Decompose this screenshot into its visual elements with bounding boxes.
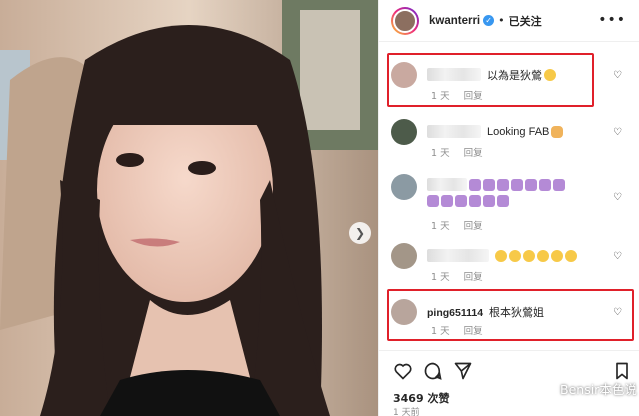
shield-emoji-icon <box>553 178 565 191</box>
comment-text: Looking FAB <box>487 125 550 138</box>
follow-status-button[interactable]: 已关注 <box>509 13 542 29</box>
reply-button[interactable]: 回复 <box>464 326 483 337</box>
commenter-avatar[interactable] <box>391 62 417 88</box>
bookmark-icon[interactable] <box>612 361 632 381</box>
comment-body: 以為是狄鶯 <box>427 64 556 82</box>
comment-text: 以為是狄鶯 <box>487 69 542 82</box>
comment-item: 1 天 回复 ♡ <box>379 174 639 232</box>
commenter-avatar[interactable] <box>391 243 417 269</box>
shield-emoji-icon <box>539 178 551 191</box>
commenter-username[interactable]: ping651114 <box>427 307 483 319</box>
comment-body: ping651114 根本狄鶯姐 <box>427 301 544 320</box>
wechat-icon <box>534 382 556 395</box>
shield-emoji-icon <box>497 178 509 191</box>
comment-time: 1 天 <box>431 326 450 337</box>
shield-emoji-icon <box>469 178 481 191</box>
comment-meta: 1 天 回复 <box>431 269 497 283</box>
shield-emoji-icon <box>525 178 537 191</box>
reply-button[interactable]: 回复 <box>464 221 483 232</box>
more-horizontal-icon[interactable]: ••• <box>598 12 626 28</box>
comment-meta: 1 天 回复 <box>431 88 497 102</box>
heart-eyes-emoji-icon <box>537 249 549 262</box>
send-icon[interactable] <box>453 361 473 381</box>
blurred-username <box>427 178 467 191</box>
comment-body <box>427 176 607 210</box>
post-header: kwanterri ✓ • 已关注 ••• <box>379 0 639 42</box>
comment-body <box>427 245 577 262</box>
instagram-post-view: ❯ kwanterri ✓ • 已关注 ••• 以為是狄鶯 1 天回复 ♡ Lo… <box>0 0 639 416</box>
heart-eyes-emoji-icon <box>509 249 521 262</box>
heart-eyes-emoji-icon <box>565 249 577 262</box>
comment-meta: 1 天 回复 <box>431 323 497 337</box>
reply-button[interactable]: 回复 <box>464 272 483 283</box>
like-comment-heart-icon[interactable]: ♡ <box>613 127 622 138</box>
author-avatar[interactable] <box>391 6 419 35</box>
clapping-hands-emoji-icon <box>551 125 564 138</box>
blurred-username <box>427 249 489 262</box>
comment-item: ping651114 根本狄鶯姐 1 天 回复 ♡ <box>379 299 639 339</box>
watermark-text: Bensir本色说 <box>560 382 637 397</box>
like-comment-heart-icon[interactable]: ♡ <box>613 70 622 81</box>
shield-emoji-icon <box>441 194 453 207</box>
comment-icon[interactable] <box>423 361 443 381</box>
reply-button[interactable]: 回复 <box>464 91 483 102</box>
shield-emoji-icon <box>455 194 467 207</box>
next-photo-button[interactable]: ❯ <box>349 222 371 244</box>
comment-item: 以為是狄鶯 1 天 回复 ♡ <box>379 62 639 102</box>
comment-item: Looking FAB 1 天 回复 ♡ <box>379 119 639 159</box>
post-photo[interactable]: ❯ <box>0 0 378 416</box>
comment-time: 1 天 <box>431 221 450 232</box>
post-timestamp: 1 天前 <box>393 408 420 416</box>
comment-time: 1 天 <box>431 91 450 102</box>
comment-time: 1 天 <box>431 272 450 283</box>
shield-emoji-icon <box>469 194 481 207</box>
heart-icon[interactable] <box>393 361 413 381</box>
reply-button[interactable]: 回复 <box>464 148 483 159</box>
comment-time: 1 天 <box>431 148 450 159</box>
chevron-right-icon: ❯ <box>354 226 366 240</box>
header-separator: • <box>498 14 505 27</box>
commenter-avatar[interactable] <box>391 174 417 200</box>
shield-emoji-icon <box>483 194 495 207</box>
comment-body: Looking FAB <box>427 121 564 138</box>
comment-meta: 1 天 回复 <box>431 145 497 159</box>
shield-emoji-icon <box>483 178 495 191</box>
heart-eyes-emoji-icon <box>551 249 563 262</box>
shield-emoji-icon <box>427 194 439 207</box>
comment-meta: 1 天 回复 <box>431 218 497 232</box>
blurred-username <box>427 125 481 138</box>
comment-text: 根本狄鶯姐 <box>489 306 545 319</box>
heart-eyes-emoji-icon <box>523 249 535 262</box>
selfie-illustration <box>0 0 378 416</box>
commenter-avatar[interactable] <box>391 299 417 325</box>
blurred-username <box>427 68 481 81</box>
post-sidebar: kwanterri ✓ • 已关注 ••• 以為是狄鶯 1 天回复 ♡ Look… <box>378 0 639 416</box>
shield-emoji-icon <box>497 194 509 207</box>
like-comment-heart-icon[interactable]: ♡ <box>613 251 622 262</box>
likes-count[interactable]: 3469 次赞 <box>393 390 449 406</box>
commenter-avatar[interactable] <box>391 119 417 145</box>
shield-emoji-icon <box>511 178 523 191</box>
like-comment-heart-icon[interactable]: ♡ <box>613 192 622 203</box>
heart-eyes-emoji-icon <box>495 249 507 262</box>
like-comment-heart-icon[interactable]: ♡ <box>613 307 622 318</box>
comment-item: 1 天 回复 ♡ <box>379 243 639 283</box>
grin-emoji-icon <box>544 68 556 81</box>
watermark: Bensir本色说 <box>534 379 637 398</box>
verified-badge-icon: ✓ <box>483 15 495 26</box>
author-username[interactable]: kwanterri <box>429 15 480 27</box>
